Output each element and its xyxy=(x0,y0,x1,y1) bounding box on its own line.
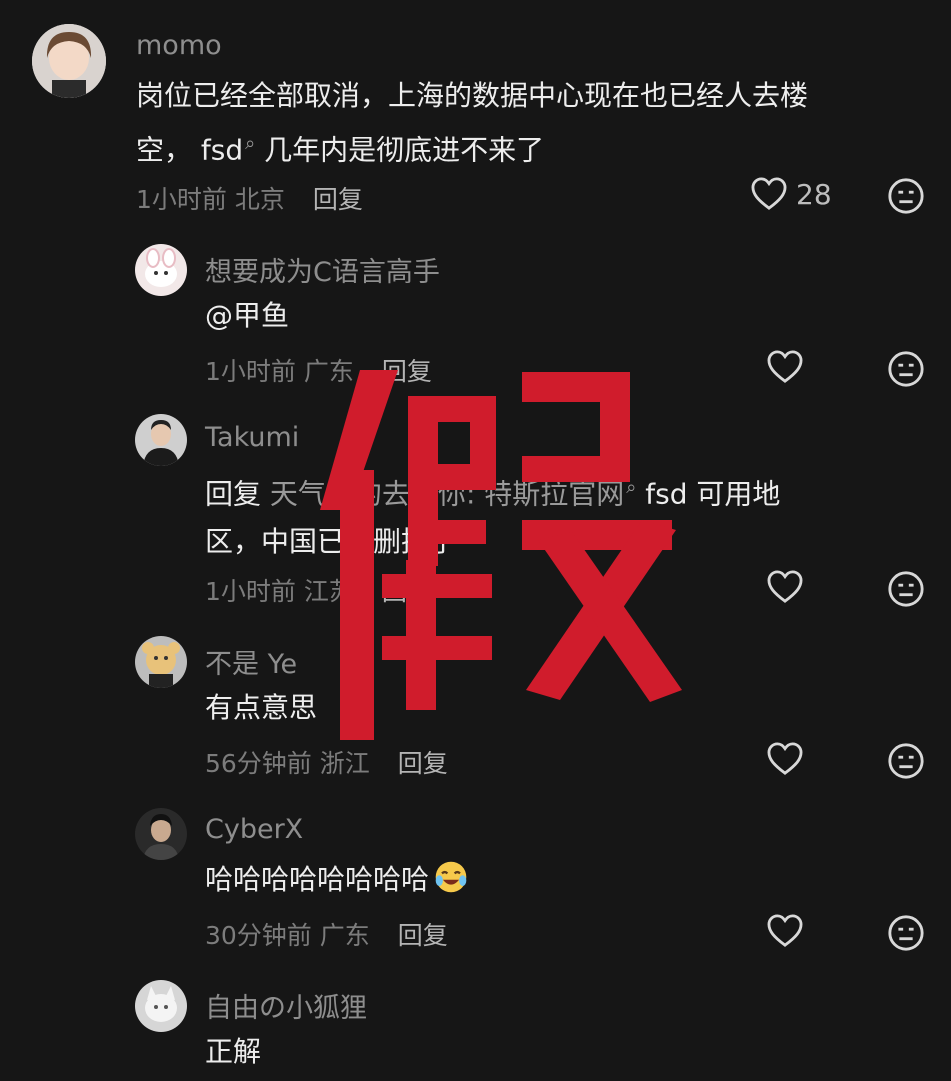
mention-link[interactable]: 天气好的 xyxy=(270,477,382,510)
timestamp: 1小时前 xyxy=(205,577,296,606)
avatar[interactable] xyxy=(135,414,187,466)
location: 广东 xyxy=(303,357,354,386)
like-count: 28 xyxy=(796,177,832,211)
search-icon[interactable]: ⌕ xyxy=(626,477,636,498)
avatar[interactable] xyxy=(135,636,187,688)
avatar[interactable] xyxy=(135,980,187,1032)
comment-text: 哈哈哈哈哈哈哈哈 xyxy=(205,856,469,904)
heart-icon xyxy=(767,570,803,603)
like-button[interactable]: 28 xyxy=(750,177,832,211)
location: 江苏 xyxy=(303,577,354,606)
search-icon[interactable]: ⌕ xyxy=(245,133,255,154)
timestamp: 56分钟前 xyxy=(205,749,312,778)
username[interactable]: 自由の小狐狸 xyxy=(205,986,367,1025)
timestamp: 1小时前 xyxy=(136,185,227,214)
location: 浙江 xyxy=(319,749,370,778)
avatar[interactable] xyxy=(32,24,106,98)
reply-button[interactable]: 回复 xyxy=(382,577,432,606)
comment-meta: 1小时前 广东 回复 xyxy=(205,352,432,388)
comment-text: 回复 天气好的去找你: 特斯拉官网 ⌕ fsd 可用地 区，中国已被删掉了 xyxy=(205,477,781,559)
crying-laughing-emoji xyxy=(435,861,467,893)
reply-button[interactable]: 回复 xyxy=(382,357,432,386)
comment-text: 有点意思 xyxy=(205,691,318,724)
comment-text: 岗位已经全部取消，上海的数据中心现在也已经人去楼 空， fsd ⌕ 几年内是彻底进… xyxy=(136,79,809,167)
location: 广东 xyxy=(319,921,370,950)
username[interactable]: 不是 Ye xyxy=(205,642,297,681)
like-button[interactable] xyxy=(766,350,804,384)
avatar[interactable] xyxy=(135,244,187,296)
reply-button[interactable]: 回复 xyxy=(313,185,363,214)
comment-meta: 1小时前 北京 回复 xyxy=(136,180,363,216)
like-button[interactable] xyxy=(766,570,804,604)
neutral-face-icon[interactable] xyxy=(887,177,925,215)
reply-button[interactable]: 回复 xyxy=(398,749,448,778)
heart-icon xyxy=(767,350,803,383)
neutral-face-icon[interactable] xyxy=(887,742,925,780)
comment-meta: 56分钟前 浙江 回复 xyxy=(205,744,448,780)
comment-meta: 30分钟前 广东 回复 xyxy=(205,916,448,952)
location: 北京 xyxy=(234,185,285,214)
comment-text: @甲鱼 xyxy=(205,299,290,332)
username[interactable]: 想要成为C语言高手 xyxy=(205,250,440,289)
heart-icon xyxy=(767,914,803,947)
heart-icon xyxy=(767,742,803,775)
neutral-face-icon[interactable] xyxy=(887,914,925,952)
heart-icon xyxy=(751,177,787,210)
avatar[interactable] xyxy=(135,808,187,860)
like-button[interactable] xyxy=(766,742,804,776)
neutral-face-icon[interactable] xyxy=(887,350,925,388)
username[interactable]: CyberX xyxy=(205,814,303,845)
neutral-face-icon[interactable] xyxy=(887,570,925,608)
comment-meta: 1小时前 江苏 回复 xyxy=(205,572,432,608)
comment-text: 正解 xyxy=(205,1035,262,1068)
username[interactable]: momo xyxy=(136,30,222,61)
like-button[interactable] xyxy=(766,914,804,948)
timestamp: 1小时前 xyxy=(205,357,296,386)
username[interactable]: Takumi xyxy=(205,422,299,453)
timestamp: 30分钟前 xyxy=(205,921,312,950)
reply-button[interactable]: 回复 xyxy=(398,921,448,950)
